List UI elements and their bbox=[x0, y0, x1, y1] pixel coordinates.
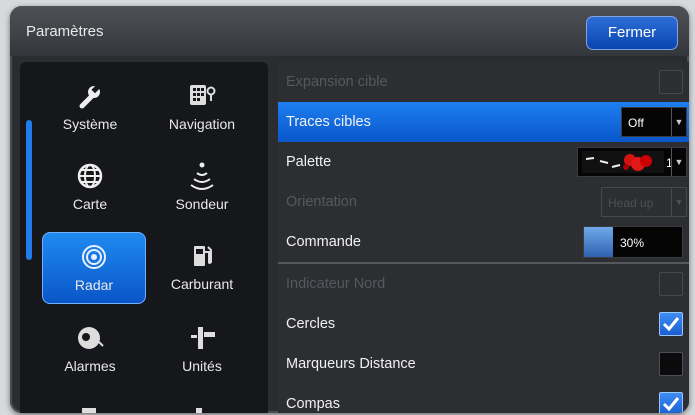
chevron-down-icon: ▼ bbox=[671, 148, 686, 176]
sidebar-item-radar[interactable]: Radar bbox=[42, 232, 146, 304]
setting-label: Compas bbox=[286, 396, 340, 412]
setting-label: Commande bbox=[286, 234, 361, 250]
setting-cercles[interactable]: Cercles bbox=[278, 304, 689, 344]
sidebar-item-label: Carburant bbox=[170, 276, 234, 292]
compas-checkbox[interactable] bbox=[659, 392, 683, 413]
category-sidebar: Système Navigation Carte Sondeur Radar C… bbox=[20, 62, 268, 413]
setting-compas[interactable]: Compas bbox=[278, 384, 689, 413]
partial-icon bbox=[196, 408, 202, 413]
sidebar-item-navigation[interactable]: Navigation bbox=[150, 72, 254, 144]
sidebar-item-sondeur[interactable]: Sondeur bbox=[150, 152, 254, 224]
close-button[interactable]: Fermer bbox=[586, 16, 678, 50]
checkmark-icon bbox=[662, 317, 680, 332]
units-icon bbox=[150, 324, 254, 352]
traces-cibles-dropdown[interactable]: Off ▼ bbox=[621, 107, 687, 137]
sidebar-item-label: Navigation bbox=[168, 116, 236, 132]
settings-dialog: Paramètres Fermer Système Navigation Car… bbox=[10, 6, 689, 413]
slider-fill bbox=[584, 227, 614, 257]
sidebar-item-unites[interactable]: Unités bbox=[150, 314, 254, 386]
sidebar-item-systeme[interactable]: Système bbox=[38, 72, 142, 144]
setting-label: Indicateur Nord bbox=[286, 276, 386, 292]
setting-marqueurs-distance[interactable]: Marqueurs Distance bbox=[278, 344, 689, 384]
setting-orientation[interactable]: Orientation Head up ▼ bbox=[278, 182, 689, 222]
setting-commande[interactable]: Commande 30% bbox=[278, 222, 689, 262]
setting-label: Palette bbox=[286, 154, 332, 170]
fuel-pump-icon bbox=[150, 242, 254, 270]
marqueurs-distance-checkbox[interactable] bbox=[659, 352, 683, 376]
sidebar-item-label: Unités bbox=[182, 358, 222, 374]
partial-icon bbox=[82, 408, 96, 413]
setting-palette[interactable]: Palette 1 ▼ bbox=[278, 142, 689, 182]
sidebar-scrollbar[interactable] bbox=[26, 120, 32, 260]
setting-traces-cibles[interactable]: Traces cibles Off ▼ bbox=[278, 102, 689, 142]
wrench-icon bbox=[38, 82, 142, 110]
sidebar-item-label: Carte bbox=[72, 196, 108, 212]
chevron-down-icon: ▼ bbox=[671, 108, 686, 136]
setting-label: Cercles bbox=[286, 316, 336, 332]
setting-expansion-cible[interactable]: Expansion cible bbox=[278, 62, 689, 102]
sonar-icon bbox=[150, 162, 254, 190]
setting-indicateur-nord[interactable]: Indicateur Nord bbox=[278, 264, 689, 304]
globe-icon bbox=[38, 162, 142, 190]
setting-label: Traces cibles bbox=[286, 114, 371, 130]
indicateur-nord-checkbox[interactable] bbox=[659, 272, 683, 296]
sidebar-item-label: Radar bbox=[74, 277, 114, 293]
slider-value: 30% bbox=[620, 236, 645, 250]
radar-icon bbox=[43, 243, 145, 271]
dialog-title: Paramètres bbox=[26, 23, 104, 40]
expansion-cible-checkbox[interactable] bbox=[659, 70, 683, 94]
sidebar-item-label: Alarmes bbox=[64, 358, 116, 374]
setting-label: Expansion cible bbox=[286, 74, 388, 90]
setting-label: Marqueurs Distance bbox=[286, 356, 416, 372]
cercles-checkbox[interactable] bbox=[659, 312, 683, 336]
checkmark-icon bbox=[662, 397, 680, 412]
dropdown-value: Off bbox=[628, 116, 644, 130]
alarm-bell-icon bbox=[38, 324, 142, 352]
navigation-icon bbox=[150, 82, 254, 110]
sidebar-item-label: Sondeur bbox=[175, 196, 229, 212]
sidebar-item-carburant[interactable]: Carburant bbox=[150, 232, 254, 304]
title-bar: Paramètres Fermer bbox=[10, 6, 689, 56]
palette-swatch bbox=[582, 151, 664, 173]
setting-label: Orientation bbox=[286, 194, 357, 210]
commande-slider[interactable]: 30% bbox=[583, 226, 683, 258]
orientation-dropdown[interactable]: Head up ▼ bbox=[601, 187, 687, 217]
sidebar-item-carte[interactable]: Carte bbox=[38, 152, 142, 224]
dropdown-value: Head up bbox=[608, 196, 654, 210]
sidebar-item-alarmes[interactable]: Alarmes bbox=[38, 314, 142, 386]
palette-dropdown[interactable]: 1 ▼ bbox=[577, 147, 687, 177]
settings-list: Expansion cible Traces cibles Off ▼ Pale… bbox=[278, 62, 689, 413]
chevron-down-icon: ▼ bbox=[671, 188, 686, 216]
sidebar-item-label: Système bbox=[62, 116, 118, 132]
